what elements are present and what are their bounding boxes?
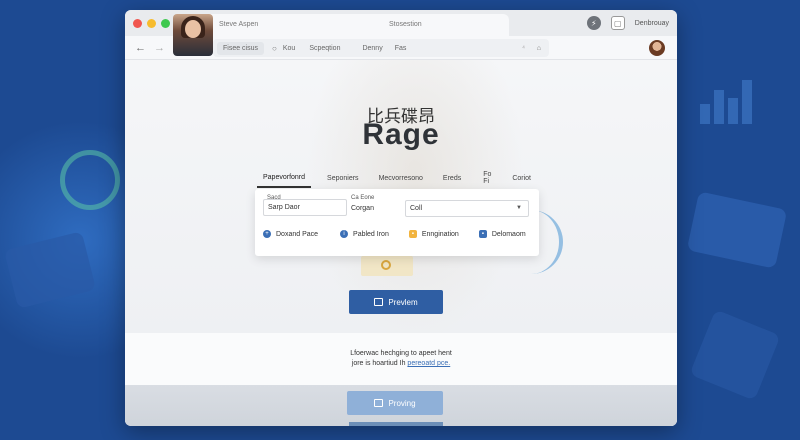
note-prefix: jore is hoartiud Ih <box>351 360 406 367</box>
preview-button[interactable]: Prevlem <box>349 290 443 314</box>
background-ring <box>60 150 120 210</box>
maximize-window-button[interactable] <box>161 18 170 28</box>
back-arrow-icon[interactable]: ← <box>135 42 146 54</box>
tab-item[interactable]: Ereds <box>437 175 467 187</box>
extension-icon[interactable]: ⁴ <box>522 45 525 52</box>
note-band <box>125 333 677 385</box>
background-card <box>689 309 781 401</box>
tab-item[interactable]: Seponiers <box>321 175 365 187</box>
minimize-window-button[interactable] <box>147 18 156 28</box>
note-link[interactable]: pereoatd pce. <box>407 360 450 367</box>
browser-window: Steve Aspen Stosestion ⚡ ▢ Denbrouay ← →… <box>125 10 677 426</box>
note-text: jore is hoartiud Ih pereoatd pce. <box>125 360 677 367</box>
tab-bar: Papevorfonrd Seponiers Mecvorresono Ered… <box>257 171 537 190</box>
forward-arrow-icon[interactable]: → <box>154 42 165 54</box>
option-label: Pabled Iron <box>353 230 389 238</box>
tab-item[interactable]: Fo Fi <box>477 171 498 190</box>
preview-button-label: Prevlem <box>388 297 418 307</box>
note-icon: ▪ <box>408 230 417 238</box>
document-illustration <box>361 256 413 276</box>
magnifier-icon <box>381 260 391 270</box>
field-value[interactable]: Corgan <box>351 205 374 212</box>
profile-face <box>185 20 201 38</box>
address-bar[interactable]: Fisee cisus ○ Kou Scpeqtion Denny Fas ⁴ … <box>213 39 549 57</box>
option-item[interactable]: i Pabled Iron <box>340 230 389 238</box>
proving-button-label: Proving <box>388 398 416 408</box>
document-icon <box>374 298 384 306</box>
user-label[interactable]: Denbrouay <box>635 20 669 27</box>
background-card <box>686 191 788 269</box>
proving-button[interactable]: Proving <box>347 391 443 415</box>
avatar[interactable] <box>649 40 665 56</box>
text-field[interactable]: Sarp Daor <box>263 199 347 216</box>
address-right-text: Fas <box>394 44 407 52</box>
select-dropdown[interactable]: Coll ▼ <box>405 200 529 217</box>
tab-center-title: Stosestion <box>389 21 422 28</box>
background-chart-icon <box>700 80 780 130</box>
window-controls <box>133 18 170 28</box>
chevron-down-icon: ▼ <box>516 205 522 211</box>
address-text: Kou <box>282 44 296 52</box>
address-right-text: Denny <box>362 44 383 52</box>
field-label: Ca Eone <box>351 195 375 201</box>
tab-title: Steve Aspen <box>219 21 259 28</box>
note-text: Lfoerwac hechging to apeet hent <box>350 350 452 357</box>
info-icon: i <box>340 230 349 238</box>
option-label: Enngination <box>421 230 459 238</box>
close-window-button[interactable] <box>133 18 142 28</box>
square-icon[interactable]: ▢ <box>610 16 625 30</box>
page-title: Rage <box>362 118 440 151</box>
option-label: Delomaom <box>491 230 526 238</box>
address-pill[interactable]: Scpeqtion <box>309 45 340 52</box>
option-label: Doxand Pace <box>276 230 319 238</box>
tab-item[interactable]: Mecvorresono <box>373 175 429 187</box>
page-content: 比兵碟昂 Rage Papevorfonrd Seponiers Mecvorr… <box>125 60 677 426</box>
browser-tab[interactable]: Steve Aspen Stosestion <box>179 14 509 36</box>
option-item[interactable]: ▪ Enngination <box>408 230 459 238</box>
tab-item[interactable]: Coriot <box>506 175 537 187</box>
plus-icon: + <box>263 230 271 238</box>
button-shadow <box>349 422 443 426</box>
document-icon: ▪ <box>478 230 487 238</box>
titlebar-right: ⚡ ▢ Denbrouay <box>586 16 669 30</box>
bolt-icon[interactable]: ⚡ <box>586 16 601 30</box>
options-row: + Doxand Pace i Pabled Iron ▪ Ennginatio… <box>263 230 531 238</box>
tab-item[interactable]: Papevorfonrd <box>257 174 312 188</box>
circle-icon: ○ <box>272 43 277 53</box>
select-value: Coll <box>410 205 423 212</box>
document-icon <box>374 399 384 407</box>
option-item[interactable]: ▪ Delomaom <box>478 230 526 238</box>
profile-photo <box>173 14 213 56</box>
option-item[interactable]: + Doxand Pace <box>263 230 318 238</box>
home-icon[interactable]: ⌂ <box>537 45 541 52</box>
address-chip[interactable]: Fisee cisus <box>217 41 265 55</box>
form-card: Sacd Sarp Daor Ca Eone Corgan Coll ▼ + D… <box>255 189 539 256</box>
